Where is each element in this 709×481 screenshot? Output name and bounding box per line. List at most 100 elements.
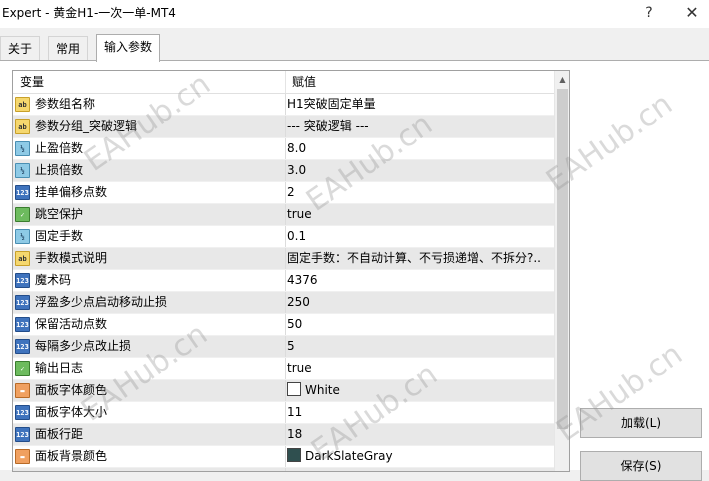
variable-name: 保留活动点数 <box>35 317 108 331</box>
color-swatch <box>287 382 301 396</box>
variable-cell: 123 魔术码 <box>13 270 286 291</box>
integer-type-icon: 123 <box>15 273 30 288</box>
value-cell[interactable]: 4376 <box>285 270 554 291</box>
table-row[interactable]: ▬ 面板字体颜色 White <box>13 380 554 402</box>
variable-cell: ab 参数分组_突破逻辑 <box>13 116 286 137</box>
value-text: --- 突破逻辑 --- <box>287 119 369 133</box>
table-row[interactable]: ✓ 启用画线 true <box>13 468 554 472</box>
variable-name: 面板字体大小 <box>35 405 108 419</box>
variable-name: 挂单偏移点数 <box>35 185 108 199</box>
column-header-value[interactable]: 赋值 <box>285 71 316 93</box>
grid-rows: ab 参数组名称 H1突破固定单量 ab 参数分组_突破逻辑 --- 突破逻辑 --- ½ 止… <box>13 94 554 472</box>
close-button[interactable]: ✕ <box>677 2 707 24</box>
value-text: 11 <box>287 405 303 419</box>
value-cell[interactable]: 8.0 <box>285 138 554 159</box>
variable-name: 启用画线 <box>35 468 83 471</box>
load-button[interactable]: 加载(L) <box>580 408 702 438</box>
value-cell[interactable]: H1突破固定单量 <box>285 94 554 115</box>
scroll-thumb[interactable] <box>557 89 568 429</box>
table-row[interactable]: ✓ 输出日志 true <box>13 358 554 380</box>
variable-cell: 123 挂单偏移点数 <box>13 182 286 203</box>
table-row[interactable]: ½ 固定手数 0.1 <box>13 226 554 248</box>
variable-name: 每隔多少点改止损 <box>35 339 132 353</box>
variable-name: 浮盈多少点启动移动止损 <box>35 295 168 309</box>
variable-cell: ½ 止盈倍数 <box>13 138 286 159</box>
value-cell[interactable]: 0.1 <box>285 226 554 247</box>
value-text: 50 <box>287 317 303 331</box>
table-row[interactable]: ▬ 面板背景颜色 DarkSlateGray <box>13 446 554 468</box>
table-row[interactable]: ½ 止损倍数 3.0 <box>13 160 554 182</box>
variable-cell: ½ 固定手数 <box>13 226 286 247</box>
table-row[interactable]: ab 参数分组_突破逻辑 --- 突破逻辑 --- <box>13 116 554 138</box>
vertical-scrollbar[interactable]: ▲ <box>554 71 569 471</box>
table-row[interactable]: 123 保留活动点数 50 <box>13 314 554 336</box>
help-button[interactable]: ? <box>634 2 664 24</box>
color-type-icon: ▬ <box>15 449 30 464</box>
value-text: true <box>287 207 312 221</box>
value-text: 2 <box>287 185 295 199</box>
value-cell[interactable]: 3.0 <box>285 160 554 181</box>
string-type-icon: ab <box>15 251 30 266</box>
value-cell[interactable]: 2 <box>285 182 554 203</box>
variable-name: 魔术码 <box>35 273 72 287</box>
value-text: true <box>287 361 312 375</box>
scroll-up-arrow-icon[interactable]: ▲ <box>555 71 569 88</box>
variable-name: 手数模式说明 <box>35 251 108 265</box>
string-type-icon: ab <box>15 119 30 134</box>
variable-cell: 123 面板字体大小 <box>13 402 286 423</box>
value-text: H1突破固定单量 <box>287 97 376 111</box>
variable-name: 面板背景颜色 <box>35 449 108 463</box>
variable-name: 输出日志 <box>35 361 84 375</box>
value-cell[interactable]: 固定手数：不自动计算、不亏损递增、不拆分?.. <box>285 248 554 269</box>
tab-inputs[interactable]: 输入参数 <box>96 34 161 62</box>
grid-header: 变量 赋值 <box>13 71 554 94</box>
double-type-icon: ½ <box>15 141 30 156</box>
value-cell[interactable]: DarkSlateGray <box>285 446 554 467</box>
value-text: 5 <box>287 339 295 353</box>
tab-about[interactable]: 关于 <box>0 36 41 61</box>
value-text: 3.0 <box>287 163 307 177</box>
value-text: 8.0 <box>287 141 307 155</box>
variable-cell: 123 保留活动点数 <box>13 314 286 335</box>
variable-cell: 123 面板行距 <box>13 424 286 445</box>
table-row[interactable]: 123 浮盈多少点启动移动止损 250 <box>13 292 554 314</box>
value-cell[interactable]: --- 突破逻辑 --- <box>285 116 554 137</box>
value-cell[interactable]: 18 <box>285 424 554 445</box>
table-row[interactable]: ab 手数模式说明 固定手数：不自动计算、不亏损递增、不拆分?.. <box>13 248 554 270</box>
color-swatch <box>287 448 301 462</box>
value-cell[interactable]: true <box>285 204 554 225</box>
table-row[interactable]: ½ 止盈倍数 8.0 <box>13 138 554 160</box>
table-row[interactable]: 123 每隔多少点改止损 5 <box>13 336 554 358</box>
value-cell[interactable]: 11 <box>285 402 554 423</box>
table-row[interactable]: ✓ 跳空保护 true <box>13 204 554 226</box>
table-row[interactable]: 123 面板字体大小 11 <box>13 402 554 424</box>
value-cell[interactable]: White <box>285 380 554 401</box>
bool-type-icon: ✓ <box>15 471 30 472</box>
value-cell[interactable]: true <box>285 468 554 471</box>
variable-name: 固定手数 <box>35 229 84 243</box>
value-text: White <box>305 383 340 397</box>
value-cell[interactable]: 5 <box>285 336 554 357</box>
table-row[interactable]: ab 参数组名称 H1突破固定单量 <box>13 94 554 116</box>
double-type-icon: ½ <box>15 229 30 244</box>
integer-type-icon: 123 <box>15 295 30 310</box>
variable-name: 跳空保护 <box>35 207 84 221</box>
value-cell[interactable]: 250 <box>285 292 554 313</box>
variable-cell: ✓ 输出日志 <box>13 358 286 379</box>
variable-name: 面板字体颜色 <box>35 383 108 397</box>
column-header-variable[interactable]: 变量 <box>13 71 286 93</box>
integer-type-icon: 123 <box>15 317 30 332</box>
table-row[interactable]: 123 魔术码 4376 <box>13 270 554 292</box>
table-row[interactable]: 123 面板行距 18 <box>13 424 554 446</box>
value-text: 0.1 <box>287 229 307 243</box>
tab-common[interactable]: 常用 <box>48 36 89 61</box>
value-cell[interactable]: true <box>285 358 554 379</box>
color-type-icon: ▬ <box>15 383 30 398</box>
integer-type-icon: 123 <box>15 185 30 200</box>
integer-type-icon: 123 <box>15 427 30 442</box>
title-bar: Expert - 黄金H1-一次一单-MT4 ? ✕ <box>0 0 709 28</box>
table-row[interactable]: 123 挂单偏移点数 2 <box>13 182 554 204</box>
value-text: 固定手数：不自动计算、不亏损递增、不拆分?.. <box>287 251 541 265</box>
value-cell[interactable]: 50 <box>285 314 554 335</box>
save-button[interactable]: 保存(S) <box>580 451 702 481</box>
